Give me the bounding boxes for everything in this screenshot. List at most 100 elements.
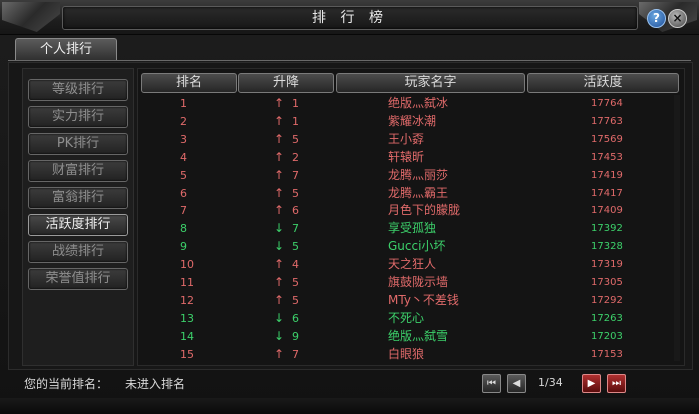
last-page-icon[interactable]: ⏭: [607, 374, 626, 393]
change-cell: 7: [292, 222, 299, 236]
change-cell: 7: [292, 168, 299, 182]
change-cell: 6: [292, 204, 299, 218]
header-player-name: 玩家名字: [336, 73, 525, 93]
activity-cell: 17305: [591, 277, 623, 288]
arrow-up-icon: ↑: [274, 275, 285, 289]
first-page-icon[interactable]: ⏮: [482, 374, 501, 393]
rank-cell: 4: [180, 150, 187, 164]
change-cell: 4: [292, 258, 299, 272]
header-change: 升降: [238, 73, 334, 93]
arrow-up-icon: ↑: [274, 149, 285, 164]
table-row[interactable]: 13 ↓ 6 不死心 17263: [140, 310, 680, 327]
arrow-down-icon: ↓: [274, 221, 285, 236]
rank-cell: 11: [180, 276, 194, 289]
arrow-up-icon: ↑: [274, 346, 285, 361]
left-wing-ornament: [2, 2, 60, 32]
rank-cell: 1: [180, 97, 187, 110]
page-indicator: 1/34: [538, 376, 563, 389]
current-rank-value: 未进入排名: [125, 377, 186, 391]
arrow-up-icon: ↑: [274, 257, 285, 272]
category-battle-record-button[interactable]: 战绩排行: [28, 241, 128, 263]
rank-cell: 15: [180, 347, 194, 361]
close-icon[interactable]: ×: [668, 9, 687, 28]
change-cell: 5: [292, 132, 299, 146]
change-cell: 5: [292, 293, 299, 307]
player-name-cell: 王小孬: [388, 131, 425, 146]
title-plate: 排 行 榜: [62, 6, 638, 30]
change-cell: 5: [292, 276, 299, 289]
title-bar[interactable]: 排 行 榜 ? ×: [0, 0, 699, 35]
table-row[interactable]: 5 ↑ 7 龙腾灬丽莎 17419: [140, 167, 680, 184]
player-name-cell: 绝版灬弑雪: [388, 328, 449, 343]
player-name-cell: 旗鼓陇示墙: [388, 275, 449, 289]
table-row[interactable]: 1 ↑ 1 绝版灬弑冰 17764: [140, 95, 680, 112]
category-rich-button[interactable]: 富翁排行: [28, 187, 128, 209]
table-row[interactable]: 11 ↑ 5 旗鼓陇示墙 17305: [140, 274, 680, 291]
category-honor-button[interactable]: 荣誉值排行: [28, 268, 128, 290]
rank-cell: 10: [180, 258, 194, 272]
header-rank: 排名: [141, 73, 237, 93]
table-row[interactable]: 3 ↑ 5 王小孬 17569: [140, 131, 680, 148]
table-row[interactable]: 9 ↓ 5 Gucci小坏 17328: [140, 238, 680, 255]
activity-cell: 17763: [591, 115, 623, 127]
category-level-button[interactable]: 等级排行: [28, 79, 128, 101]
arrow-up-icon: ↑: [274, 167, 285, 182]
rank-cell: 6: [180, 186, 187, 200]
player-name-cell: 轩辕昕: [388, 149, 425, 164]
change-cell: 2: [292, 150, 299, 164]
player-name-cell: 白眼狼: [388, 346, 425, 361]
player-name-cell: 天之狂人: [388, 257, 437, 272]
arrow-up-icon: ↑: [274, 131, 285, 146]
category-pk-button[interactable]: PK排行: [28, 133, 128, 155]
rank-cell: 3: [180, 132, 187, 146]
table-row[interactable]: 12 ↑ 5 MTy丶不差钱 17292: [140, 292, 680, 309]
player-name-cell: Gucci小坏: [388, 239, 446, 254]
window-bottom-edge: [0, 398, 699, 414]
prev-page-icon[interactable]: ◀: [507, 374, 526, 393]
change-cell: 1: [292, 97, 299, 110]
table-row[interactable]: 15 ↑ 7 白眼狼 17153: [140, 346, 680, 363]
activity-cell: 17153: [591, 348, 623, 360]
rank-cell: 5: [180, 168, 187, 182]
help-icon[interactable]: ?: [647, 9, 666, 28]
change-cell: 5: [292, 186, 299, 200]
window-title: 排 行 榜: [312, 10, 388, 26]
player-name-cell: 不死心: [388, 310, 425, 325]
category-activity-button[interactable]: 活跃度排行: [28, 214, 128, 236]
header-activity: 活跃度: [527, 73, 679, 93]
table-scrollbar[interactable]: [674, 95, 680, 361]
arrow-up-icon: ↑: [274, 203, 285, 218]
activity-cell: 17292: [591, 294, 623, 306]
table-row[interactable]: 14 ↓ 9 绝版灬弑雪 17203: [140, 328, 680, 345]
tab-personal-ranking[interactable]: 个人排行: [15, 38, 117, 61]
table-row[interactable]: 10 ↑ 4 天之狂人 17319: [140, 256, 680, 273]
player-name-cell: 紫耀冰潮: [388, 113, 437, 128]
table-row[interactable]: 4 ↑ 2 轩辕昕 17453: [140, 149, 680, 166]
activity-cell: 17409: [591, 205, 623, 217]
table-row[interactable]: 7 ↑ 6 月色下的朦胧 17409: [140, 202, 680, 219]
table-row[interactable]: 6 ↑ 5 龙腾灬霸王 17417: [140, 185, 680, 202]
activity-cell: 17453: [591, 151, 623, 163]
tab-divider: [8, 60, 691, 61]
category-wealth-button[interactable]: 财富排行: [28, 160, 128, 182]
change-cell: 6: [292, 311, 299, 325]
arrow-down-icon: ↓: [274, 310, 285, 325]
rank-cell: 12: [180, 293, 194, 307]
category-strength-button[interactable]: 实力排行: [28, 106, 128, 128]
table-row[interactable]: 8 ↓ 7 享受孤独 17392: [140, 220, 680, 237]
player-name-cell: 月色下的朦胧: [388, 203, 461, 218]
activity-cell: 17569: [591, 133, 623, 145]
player-name-cell: MTy丶不差钱: [388, 292, 459, 307]
rank-cell: 14: [180, 329, 194, 343]
activity-cell: 17764: [591, 98, 623, 109]
activity-cell: 17263: [591, 312, 623, 324]
player-name-cell: 绝版灬弑冰: [388, 96, 449, 110]
rank-cell: 13: [180, 311, 194, 325]
activity-cell: 17319: [591, 259, 623, 271]
arrow-down-icon: ↓: [274, 328, 285, 343]
arrow-up-icon: ↑: [274, 96, 285, 110]
change-cell: 7: [292, 347, 299, 361]
player-name-cell: 龙腾灬丽莎: [388, 167, 449, 182]
next-page-icon[interactable]: ▶: [582, 374, 601, 393]
table-row[interactable]: 2 ↑ 1 紫耀冰潮 17763: [140, 113, 680, 130]
